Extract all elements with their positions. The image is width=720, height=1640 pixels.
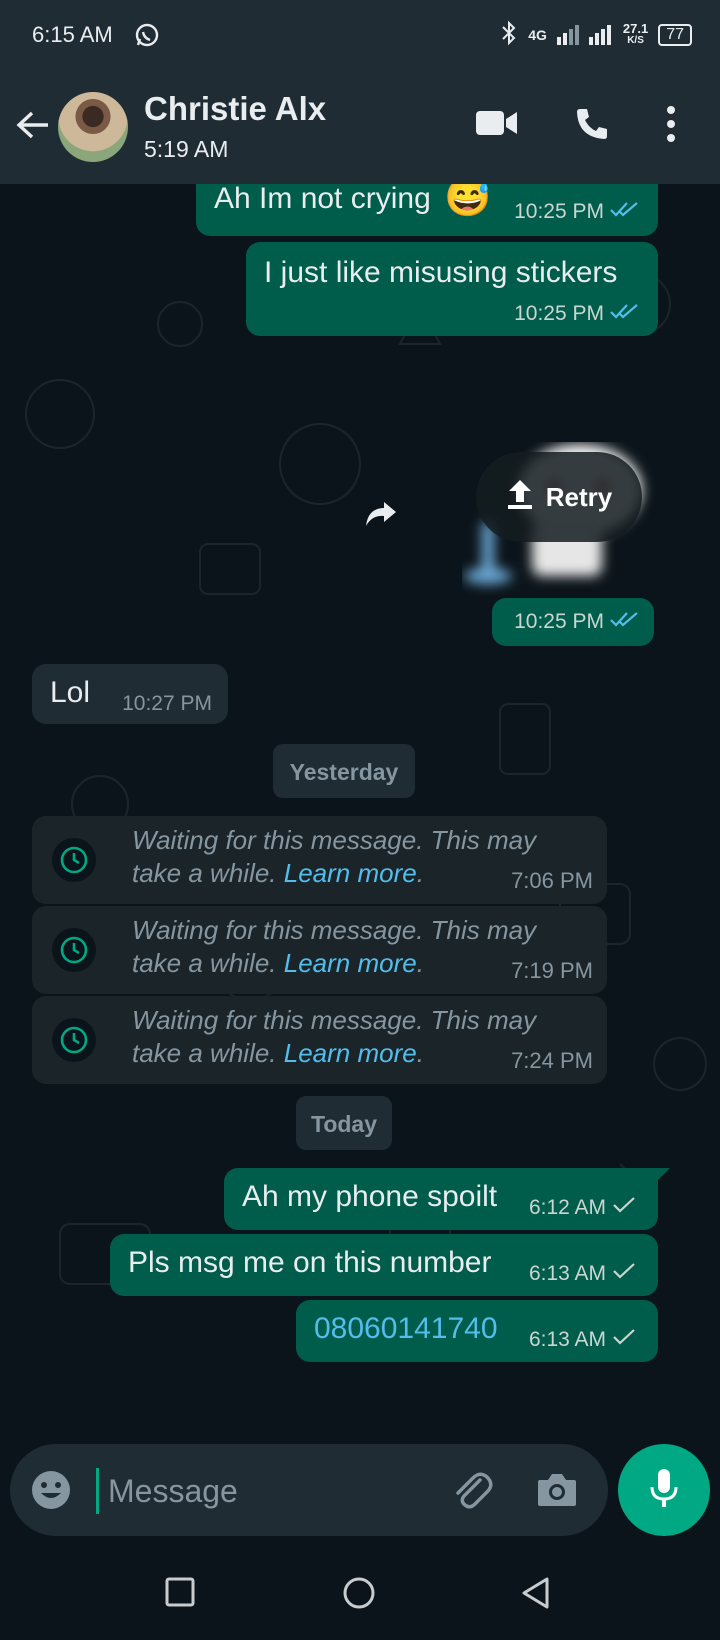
message-text: Ah my phone spoilt — [242, 1180, 498, 1213]
retry-label: Retry — [545, 481, 613, 512]
camera-icon[interactable] — [536, 1470, 578, 1515]
message-meta: 6:13 AM — [529, 1262, 636, 1286]
sent-check-icon — [612, 1196, 636, 1220]
signal-icon — [556, 21, 613, 48]
message-meta: 10:25 PM — [514, 610, 640, 634]
message-text: I just like misusing stickers — [264, 256, 618, 289]
message-time: 6:13 AM — [528, 1328, 606, 1351]
sticker-meta-bubble: 10:25 PM — [492, 598, 654, 646]
outgoing-message[interactable]: Ah my phone spoilt 6:12 AM — [224, 1168, 658, 1230]
video-call-icon[interactable] — [476, 108, 518, 143]
message-time: 7:24 PM — [511, 1048, 593, 1073]
phone-number-link[interactable]: 08060141740 — [314, 1312, 498, 1346]
chat-header: Christie Alx 5:19 AM — [0, 72, 720, 184]
message-text: Lol — [50, 676, 91, 709]
read-receipt-icon — [610, 200, 640, 224]
net-speed: 27.1 K/S — [622, 20, 649, 47]
message-time: 10:27 PM — [122, 692, 212, 715]
retry-button[interactable]: Retry — [476, 452, 642, 542]
bubble-tail — [656, 1168, 670, 1182]
upload-icon — [506, 478, 534, 517]
waiting-message[interactable]: Waiting for this message. This may take … — [32, 816, 607, 904]
message-composer — [10, 1444, 608, 1536]
more-options-icon[interactable] — [666, 104, 676, 149]
net-speed-value: 27.1 — [622, 20, 649, 36]
message-time: 6:13 AM — [528, 1262, 606, 1285]
text-cursor — [96, 1468, 99, 1514]
read-receipt-icon — [610, 610, 640, 634]
recents-square-icon[interactable] — [164, 1576, 196, 1613]
message-time: 10:25 PM — [514, 610, 604, 633]
clock-icon — [52, 928, 96, 972]
clock-icon — [52, 1018, 96, 1062]
whatsapp-notification-icon — [134, 22, 160, 53]
learn-more-link[interactable]: Learn more — [284, 948, 417, 978]
message-meta: 6:12 AM — [529, 1196, 636, 1220]
outgoing-message[interactable]: 08060141740 6:13 AM — [296, 1300, 658, 1362]
outgoing-message[interactable]: Ah Im not crying 😅 10:25 PM — [196, 184, 658, 236]
date-divider: Today — [296, 1096, 392, 1150]
status-time: 6:15 AM — [32, 22, 113, 47]
microphone-icon — [649, 1467, 679, 1514]
message-meta: 10:25 PM — [514, 302, 640, 326]
message-meta: 10:25 PM — [514, 200, 640, 224]
message-meta: 6:13 AM — [529, 1328, 636, 1352]
voice-call-icon[interactable] — [574, 106, 610, 147]
message-text: Pls msg me on this number — [128, 1246, 492, 1279]
learn-more-link[interactable]: Learn more — [284, 858, 417, 888]
net-speed-unit: K/S — [627, 34, 644, 46]
back-triangle-icon[interactable] — [520, 1576, 552, 1615]
avatar[interactable] — [58, 92, 128, 162]
waiting-text: Waiting for this message. This may take … — [132, 915, 537, 978]
bluetooth-icon — [500, 20, 518, 49]
learn-more-link[interactable]: Learn more — [284, 1038, 417, 1068]
message-time: 7:06 PM — [511, 868, 593, 893]
forward-icon[interactable] — [364, 500, 398, 533]
message-input[interactable] — [106, 1462, 430, 1520]
message-time: 10:25 PM — [514, 200, 604, 223]
message-time: 7:19 PM — [511, 958, 593, 983]
waiting-message[interactable]: Waiting for this message. This may take … — [32, 996, 607, 1084]
home-circle-icon[interactable] — [342, 1576, 376, 1615]
outgoing-message[interactable]: I just like misusing stickers 10:25 PM — [246, 242, 658, 336]
contact-name[interactable]: Christie Alx — [144, 90, 326, 128]
sent-check-icon — [612, 1262, 636, 1286]
system-nav-bar — [0, 1546, 720, 1640]
battery-level: 77 — [658, 23, 692, 46]
emoji-icon[interactable] — [30, 1469, 72, 1516]
network-type: 4G — [528, 26, 547, 43]
attach-icon[interactable] — [450, 1470, 494, 1517]
contact-last-seen: 5:19 AM — [144, 136, 229, 162]
outgoing-message[interactable]: Pls msg me on this number 6:13 AM — [110, 1234, 658, 1296]
message-text: Ah Im not crying — [214, 184, 431, 215]
message-time: 10:25 PM — [514, 302, 604, 325]
chat-area[interactable]: Ah Im not crying 😅 10:25 PM I just like … — [0, 184, 720, 1444]
waiting-text: Waiting for this message. This may take … — [132, 825, 537, 888]
clock-icon — [52, 838, 96, 882]
status-bar: 6:15 AM 4G 27.1 K/S 77 — [0, 0, 720, 72]
sent-check-icon — [612, 1328, 636, 1352]
voice-record-button[interactable] — [618, 1444, 710, 1536]
date-divider: Yesterday — [273, 744, 415, 798]
waiting-text: Waiting for this message. This may take … — [132, 1005, 537, 1068]
message-time: 6:12 AM — [528, 1196, 606, 1219]
incoming-message[interactable]: Lol 10:27 PM — [32, 664, 228, 724]
waiting-message[interactable]: Waiting for this message. This may take … — [32, 906, 607, 994]
emoji-sweat-smile: 😅 — [444, 184, 492, 219]
read-receipt-icon — [610, 302, 640, 326]
back-arrow-icon[interactable] — [16, 110, 50, 145]
